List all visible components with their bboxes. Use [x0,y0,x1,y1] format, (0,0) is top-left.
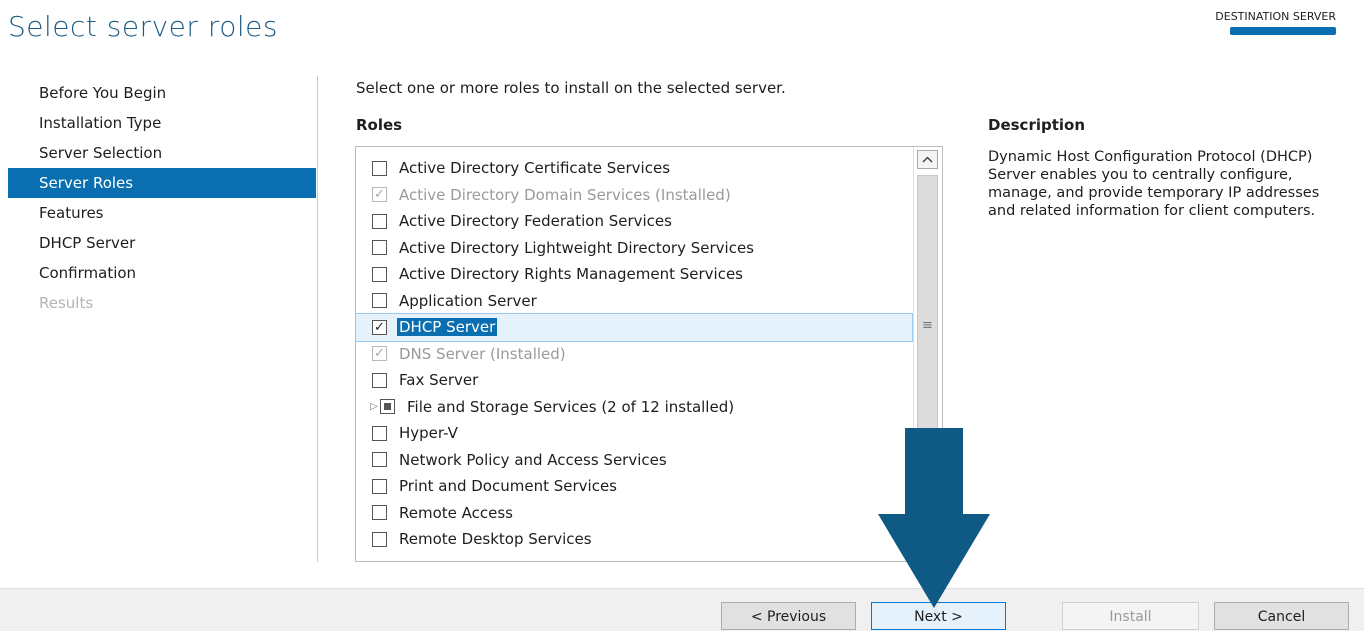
wizard-sidebar: Before You Begin Installation Type Serve… [8,78,316,318]
destination-server-label: DESTINATION SERVER [1215,10,1336,23]
sidebar-item-confirmation[interactable]: Confirmation [8,258,316,288]
sidebar-item-server-roles[interactable]: Server Roles [8,168,316,198]
sidebar-item-dhcp-server[interactable]: DHCP Server [8,228,316,258]
destination-server: DESTINATION SERVER [1215,10,1336,38]
description-heading: Description [988,116,1086,134]
instruction-text: Select one or more roles to install on t… [356,79,786,97]
sidebar-item-results: Results [39,294,94,312]
role-row[interactable]: Application Server [356,288,912,315]
scroll-up-arrow-icon[interactable] [917,150,938,169]
role-row[interactable]: Remote Access [356,500,912,527]
role-checkbox[interactable] [372,531,387,547]
role-label: Fax Server [399,371,479,390]
sidebar-divider [317,76,318,562]
page-title: Select server roles [8,10,278,43]
sidebar-item-features[interactable]: Features [8,198,316,228]
role-checkbox-checked[interactable]: ✓ [372,319,387,335]
role-row[interactable]: ▷ File and Storage Services (2 of 12 ins… [356,394,912,421]
role-checkbox[interactable] [372,266,387,282]
role-checkbox-checked-disabled: ✓ [372,187,387,203]
role-checkbox[interactable] [372,478,387,494]
role-label: Network Policy and Access Services [399,450,667,469]
role-row: ✓ DNS Server (Installed) [356,341,912,368]
sidebar-item-installation-type[interactable]: Installation Type [8,108,316,138]
role-row[interactable]: Network Policy and Access Services [356,447,912,474]
role-label: Remote Desktop Services [399,530,592,549]
role-label: File and Storage Services (2 of 12 insta… [407,397,735,416]
role-label: DNS Server (Installed) [399,344,566,363]
role-row[interactable]: Hyper-V [356,420,912,447]
cancel-button[interactable]: Cancel [1214,602,1349,630]
role-checkbox[interactable] [372,372,387,388]
role-label: Active Directory Lightweight Directory S… [399,238,754,257]
roles-list: Active Directory Certificate Services ✓ … [356,155,913,553]
destination-server-name-redacted [1230,27,1336,35]
role-row[interactable]: Print and Document Services [356,473,912,500]
role-label: Active Directory Domain Services (Instal… [399,185,731,204]
role-label: Hyper-V [399,424,458,443]
role-checkbox[interactable] [372,240,387,256]
wizard-footer: < Previous Next > Install Cancel [0,588,1364,631]
role-checkbox-checked-disabled: ✓ [372,346,387,362]
sidebar-item-server-selection[interactable]: Server Selection [8,138,316,168]
role-checkbox[interactable] [372,213,387,229]
role-label: Print and Document Services [399,477,617,496]
sidebar-item-before-you-begin[interactable]: Before You Begin [8,78,316,108]
annotation-down-arrow-icon [878,428,990,608]
role-label: Remote Access [399,503,513,522]
roles-heading: Roles [356,116,403,134]
role-checkbox[interactable] [372,160,387,176]
role-checkbox-partial[interactable] [380,399,395,415]
role-checkbox[interactable] [372,425,387,441]
role-label: Active Directory Rights Management Servi… [399,265,743,284]
role-row[interactable]: Remote Desktop Services [356,526,912,553]
role-checkbox[interactable] [372,505,387,521]
role-row[interactable]: Active Directory Lightweight Directory S… [356,235,912,262]
role-row[interactable]: Active Directory Rights Management Servi… [356,261,912,288]
role-label: Active Directory Certificate Services [399,159,671,178]
role-row[interactable]: Fax Server [356,367,912,394]
install-button: Install [1062,602,1199,630]
roles-list-box[interactable]: Active Directory Certificate Services ✓ … [355,146,943,562]
role-row[interactable]: Active Directory Federation Services [356,208,912,235]
role-label: DHCP Server [397,318,498,337]
role-checkbox[interactable] [372,293,387,309]
role-row-selected[interactable]: ✓ DHCP Server [356,313,913,342]
description-text: Dynamic Host Configuration Protocol (DHC… [988,149,1320,219]
role-checkbox[interactable] [372,452,387,468]
previous-button[interactable]: < Previous [721,602,856,630]
role-label: Active Directory Federation Services [399,212,672,231]
role-row[interactable]: Active Directory Certificate Services [356,155,912,182]
role-row: ✓ Active Directory Domain Services (Inst… [356,182,912,209]
role-label: Application Server [399,291,537,310]
